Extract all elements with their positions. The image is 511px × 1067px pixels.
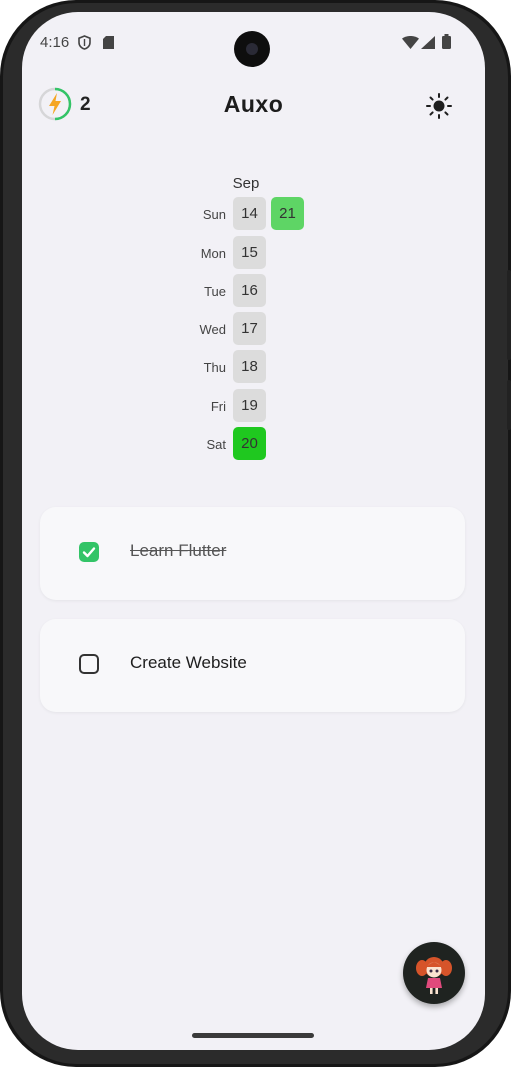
volume-button — [507, 270, 511, 360]
status-time: 4:16 — [40, 34, 70, 51]
status-bar: 4:16 — [22, 12, 485, 72]
signal-icon — [421, 36, 435, 49]
battery-icon — [442, 34, 451, 49]
checkbox-unchecked[interactable] — [79, 654, 99, 674]
calendar-day-cell[interactable]: 20 — [233, 427, 266, 460]
day-label-thu: Thu — [203, 360, 226, 375]
task-title: Learn Flutter — [130, 541, 227, 560]
calendar-month: Sep — [232, 175, 260, 192]
calendar-day-cell[interactable]: 18 — [233, 350, 266, 383]
checkbox-checked[interactable] — [79, 542, 99, 562]
day-label-fri: Fri — [210, 399, 226, 414]
calendar-day-cell[interactable]: 19 — [233, 389, 266, 422]
task-card[interactable]: Learn Flutter — [40, 507, 465, 600]
day-label-sat: Sat — [206, 437, 226, 452]
app-screen: 4:16 2 Auxo Sep Sun 14 21 Mon 15 Tue 16 … — [22, 12, 485, 1050]
day-label-tue: Tue — [204, 284, 226, 299]
device-frame: 4:16 2 Auxo Sep Sun 14 21 Mon 15 Tue 16 … — [0, 0, 511, 1067]
app-title: Auxo — [223, 91, 284, 117]
task-title: Create Website — [130, 653, 247, 672]
sun-icon[interactable] — [425, 92, 453, 120]
mascot-fab-button[interactable] — [403, 942, 465, 1004]
power-button — [507, 380, 511, 430]
day-label-sun: Sun — [202, 207, 226, 222]
shield-icon — [78, 35, 91, 50]
calendar-day-cell[interactable]: 21 — [271, 197, 304, 230]
wifi-icon — [402, 36, 419, 49]
day-label-mon: Mon — [200, 246, 226, 261]
day-label-wed: Wed — [199, 322, 227, 337]
front-camera — [234, 31, 270, 67]
app-bar: 2 Auxo — [22, 82, 485, 132]
calendar-day-cell[interactable]: 16 — [233, 274, 266, 307]
calendar-day-cell[interactable]: 14 — [233, 197, 266, 230]
calendar-day-cell[interactable]: 15 — [233, 236, 266, 269]
home-indicator[interactable] — [192, 1033, 314, 1038]
task-card[interactable]: Create Website — [40, 619, 465, 712]
calendar-day-cell[interactable]: 17 — [233, 312, 266, 345]
sd-card-icon — [103, 36, 114, 49]
mascot-avatar-icon — [416, 957, 452, 994]
